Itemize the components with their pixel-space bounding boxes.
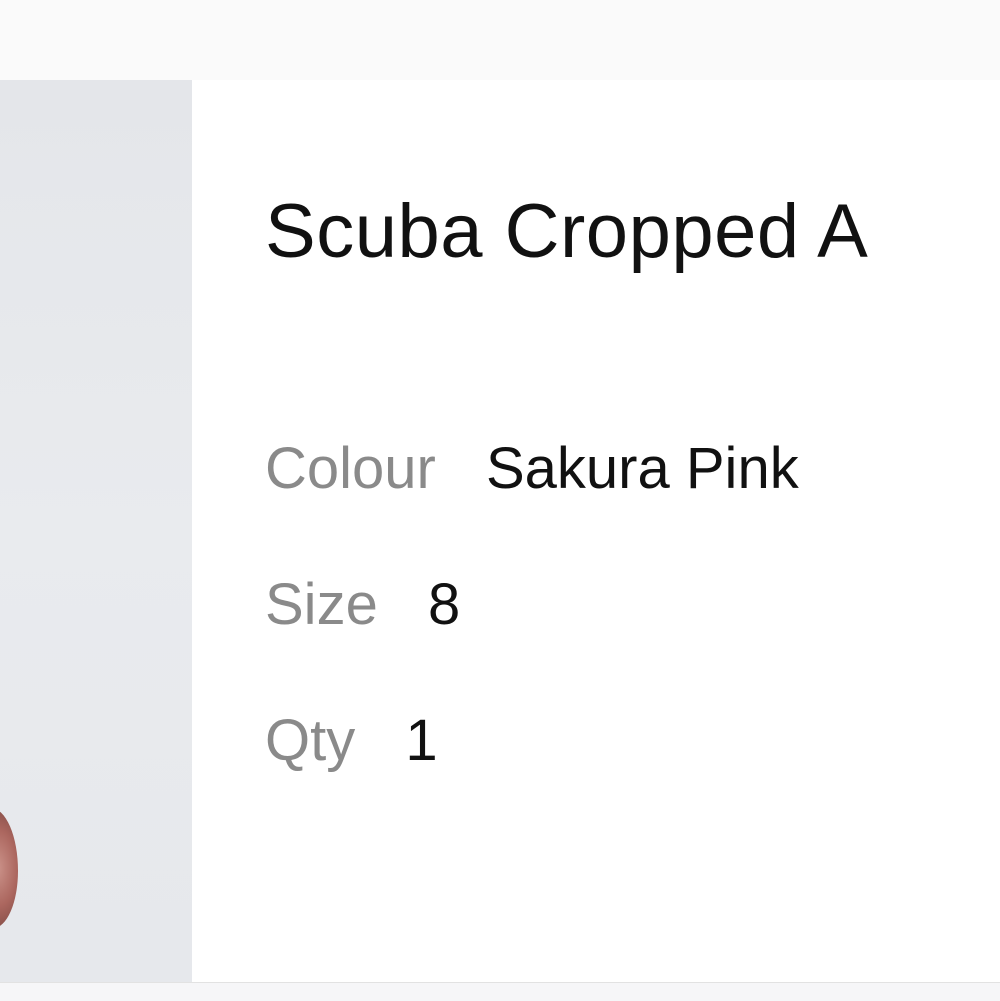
qty-row: Qty 1 (265, 712, 438, 770)
footer-strip (0, 982, 1000, 1001)
product-image[interactable] (0, 80, 192, 982)
qty-label: Qty (265, 708, 356, 773)
colour-row: Colour Sakura Pink (265, 440, 799, 498)
product-photo-detail (0, 808, 18, 928)
cart-item-card: Scuba Cropped A Colour Sakura Pink Size … (0, 80, 1000, 982)
colour-label: Colour (265, 436, 436, 501)
size-row: Size 8 (265, 576, 460, 634)
header-strip (0, 0, 1000, 81)
product-title[interactable]: Scuba Cropped A (265, 188, 868, 275)
size-value: 8 (427, 572, 461, 637)
product-details: Scuba Cropped A Colour Sakura Pink Size … (265, 80, 1000, 982)
colour-value: Sakura Pink (485, 436, 799, 501)
size-label: Size (265, 572, 378, 637)
qty-value: 1 (405, 708, 438, 773)
